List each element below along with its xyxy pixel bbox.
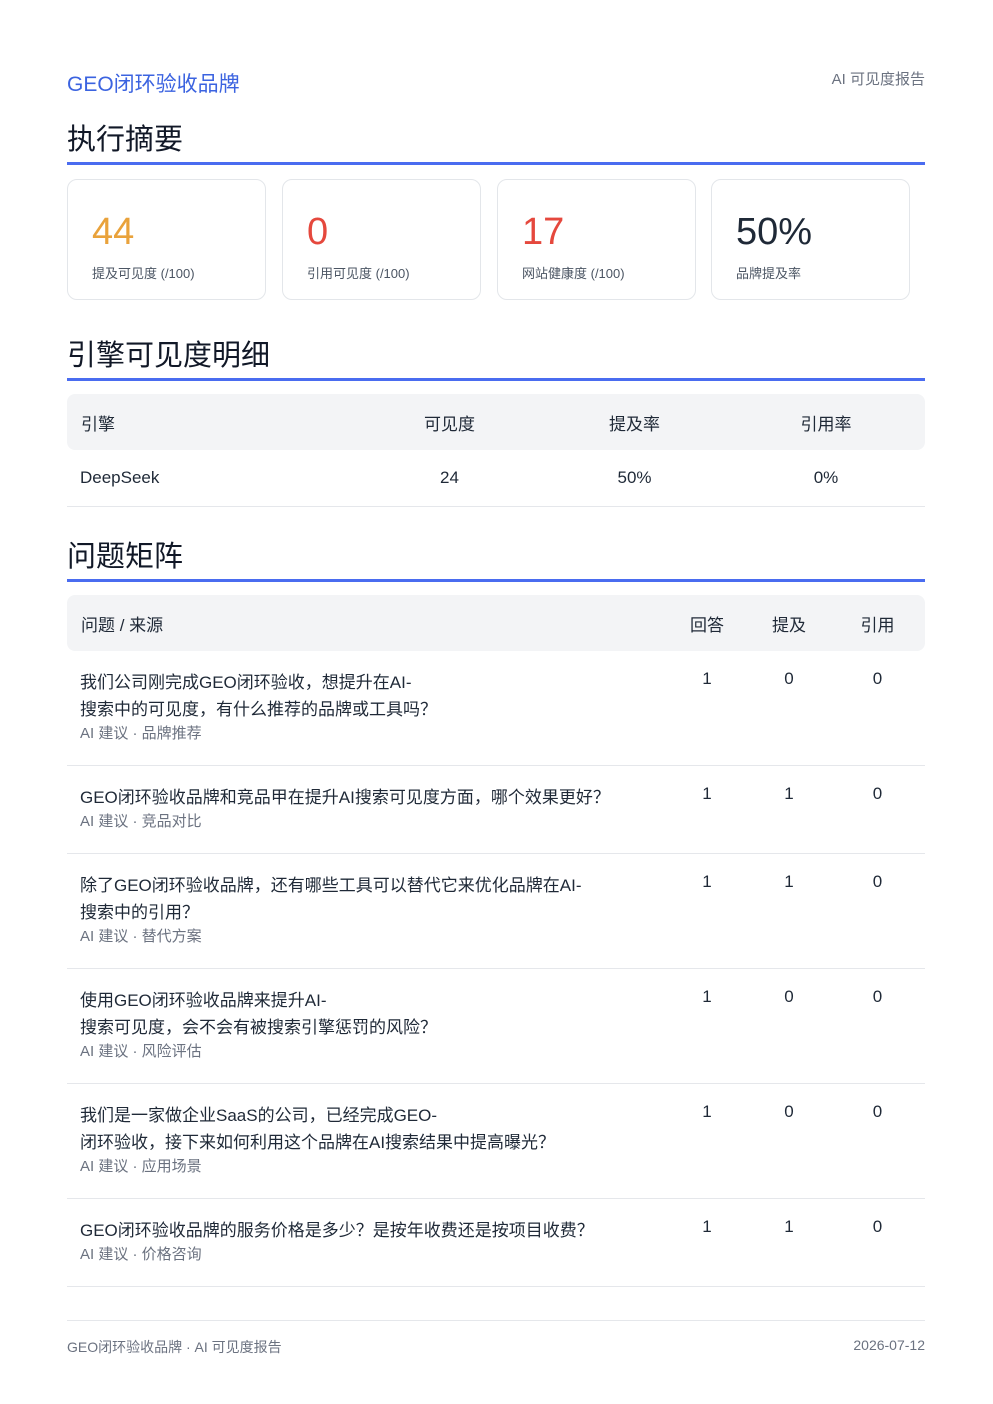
question-cell: 我们公司刚完成GEO闭环验收，想提升在AI- 搜索中的可见度，有什么推荐的品牌或…	[67, 651, 666, 766]
kpi-value: 50%	[736, 211, 813, 253]
mention-count: 1	[748, 853, 830, 969]
question-cell: GEO闭环验收品牌和竞品甲在提升AI搜索可见度方面，哪个效果更好？ AI 建议 …	[67, 765, 666, 854]
question-text: GEO闭环验收品牌和竞品甲在提升AI搜索可见度方面，哪个效果更好？	[80, 788, 610, 807]
kpi-card-brand-mention-rate: 50% 品牌提及率	[711, 179, 910, 300]
engine-table-header: 引擎 可见度 提及率 引用率	[67, 394, 925, 450]
section-title-engine-detail: 引擎可见度明细	[67, 338, 925, 381]
kpi-label: 引用可见度 (/100)	[307, 266, 410, 281]
kpi-value: 44	[92, 211, 135, 253]
kpi-card-citation-visibility: 0 引用可见度 (/100)	[282, 179, 481, 300]
report-label: AI 可见度报告	[831, 71, 925, 88]
kpi-value: 0	[307, 211, 329, 253]
brand-name: GEO闭环验收品牌	[67, 73, 240, 96]
question-source: AI 建议 · 竞品对比	[80, 813, 202, 830]
column-header-question: 问题 / 来源	[67, 595, 666, 651]
column-header-citations: 引用	[830, 595, 925, 651]
question-source: AI 建议 · 替代方案	[80, 928, 202, 945]
question-source: AI 建议 · 价格咨询	[80, 1246, 202, 1263]
column-header-answers: 回答	[666, 595, 748, 651]
citation-count: 0	[830, 765, 925, 854]
kpi-card-site-health: 17 网站健康度 (/100)	[497, 179, 696, 300]
answer-count: 1	[666, 765, 748, 854]
question-source: AI 建议 · 应用场景	[80, 1158, 202, 1175]
question-text: GEO闭环验收品牌的服务价格是多少？是按年收费还是按项目收费？	[80, 1221, 594, 1240]
kpi-label: 品牌提及率	[736, 266, 802, 281]
answer-count: 1	[666, 853, 748, 969]
question-table: 问题 / 来源 回答 提及 引用 我们公司刚完成GEO闭环验收，想提升在AI- …	[67, 595, 925, 1287]
question-text: 使用GEO闭环验收品牌来提升AI-	[80, 991, 327, 1010]
engine-citation-rate: 0%	[727, 450, 925, 507]
column-header-engine: 引擎	[67, 394, 357, 450]
question-cell: 使用GEO闭环验收品牌来提升AI- 搜索可见度，会不会有被搜索引擎惩罚的风险？ …	[67, 968, 666, 1084]
question-text: 除了GEO闭环验收品牌，还有哪些工具可以替代它来优化品牌在AI-	[80, 876, 582, 895]
answer-count: 1	[666, 1083, 748, 1199]
citation-count: 0	[830, 853, 925, 969]
question-source: AI 建议 · 品牌推荐	[80, 725, 202, 742]
table-row: GEO闭环验收品牌的服务价格是多少？是按年收费还是按项目收费？ AI 建议 · …	[67, 1198, 925, 1287]
kpi-card-mention-visibility: 44 提及可见度 (/100)	[67, 179, 266, 300]
report-footer: GEO闭环验收品牌 · AI 可见度报告 2026-07-12	[67, 1320, 925, 1355]
mention-count: 0	[748, 1083, 830, 1199]
question-cell: GEO闭环验收品牌的服务价格是多少？是按年收费还是按项目收费？ AI 建议 · …	[67, 1198, 666, 1287]
question-text-cont: 搜索中的引用？	[80, 903, 199, 922]
mention-count: 1	[748, 1198, 830, 1287]
mention-count: 0	[748, 968, 830, 1084]
table-row: 我们公司刚完成GEO闭环验收，想提升在AI- 搜索中的可见度，有什么推荐的品牌或…	[67, 651, 925, 766]
answer-count: 1	[666, 651, 748, 766]
footer-date: 2026-07-12	[853, 1337, 925, 1353]
kpi-label: 提及可见度 (/100)	[92, 266, 195, 281]
section-title-question-matrix: 问题矩阵	[67, 539, 925, 582]
answer-count: 1	[666, 1198, 748, 1287]
engine-mention-rate: 50%	[542, 450, 727, 507]
kpi-value: 17	[522, 211, 565, 253]
kpi-cards: 44 提及可见度 (/100) 0 引用可见度 (/100) 17 网站健康度 …	[67, 179, 925, 303]
question-source: AI 建议 · 风险评估	[80, 1043, 202, 1060]
table-row: DeepSeek 24 50% 0%	[67, 450, 925, 507]
citation-count: 0	[830, 1198, 925, 1287]
engine-visibility: 24	[357, 450, 542, 507]
citation-count: 0	[830, 651, 925, 766]
table-row: 我们是一家做企业SaaS的公司，已经完成GEO- 闭环验收，接下来如何利用这个品…	[67, 1083, 925, 1199]
engine-table: 引擎 可见度 提及率 引用率 DeepSeek 24 50% 0%	[67, 394, 925, 507]
question-text-cont: 搜索中的可见度，有什么推荐的品牌或工具吗？	[80, 700, 437, 719]
citation-count: 0	[830, 968, 925, 1084]
table-row: 除了GEO闭环验收品牌，还有哪些工具可以替代它来优化品牌在AI- 搜索中的引用？…	[67, 853, 925, 969]
question-table-header: 问题 / 来源 回答 提及 引用	[67, 595, 925, 651]
question-text: 我们是一家做企业SaaS的公司，已经完成GEO-	[80, 1106, 438, 1125]
engine-name: DeepSeek	[67, 450, 357, 507]
column-header-visibility: 可见度	[357, 394, 542, 450]
question-cell: 除了GEO闭环验收品牌，还有哪些工具可以替代它来优化品牌在AI- 搜索中的引用？…	[67, 853, 666, 969]
column-header-mention-rate: 提及率	[542, 394, 727, 450]
footer-title: GEO闭环验收品牌 · AI 可见度报告	[67, 1339, 282, 1355]
question-text: 我们公司刚完成GEO闭环验收，想提升在AI-	[80, 673, 412, 692]
table-row: 使用GEO闭环验收品牌来提升AI- 搜索可见度，会不会有被搜索引擎惩罚的风险？ …	[67, 968, 925, 1084]
section-title-executive-summary: 执行摘要	[67, 122, 925, 165]
report-header: GEO闭环验收品牌 AI 可见度报告	[67, 66, 925, 96]
table-row: GEO闭环验收品牌和竞品甲在提升AI搜索可见度方面，哪个效果更好？ AI 建议 …	[67, 765, 925, 854]
question-cell: 我们是一家做企业SaaS的公司，已经完成GEO- 闭环验收，接下来如何利用这个品…	[67, 1083, 666, 1199]
question-text-cont: 搜索可见度，会不会有被搜索引擎惩罚的风险？	[80, 1018, 437, 1037]
column-header-mentions: 提及	[748, 595, 830, 651]
question-text-cont: 闭环验收，接下来如何利用这个品牌在AI搜索结果中提高曝光？	[80, 1133, 556, 1152]
citation-count: 0	[830, 1083, 925, 1199]
kpi-label: 网站健康度 (/100)	[522, 266, 625, 281]
mention-count: 1	[748, 765, 830, 854]
column-header-citation-rate: 引用率	[727, 394, 925, 450]
answer-count: 1	[666, 968, 748, 1084]
mention-count: 0	[748, 651, 830, 766]
